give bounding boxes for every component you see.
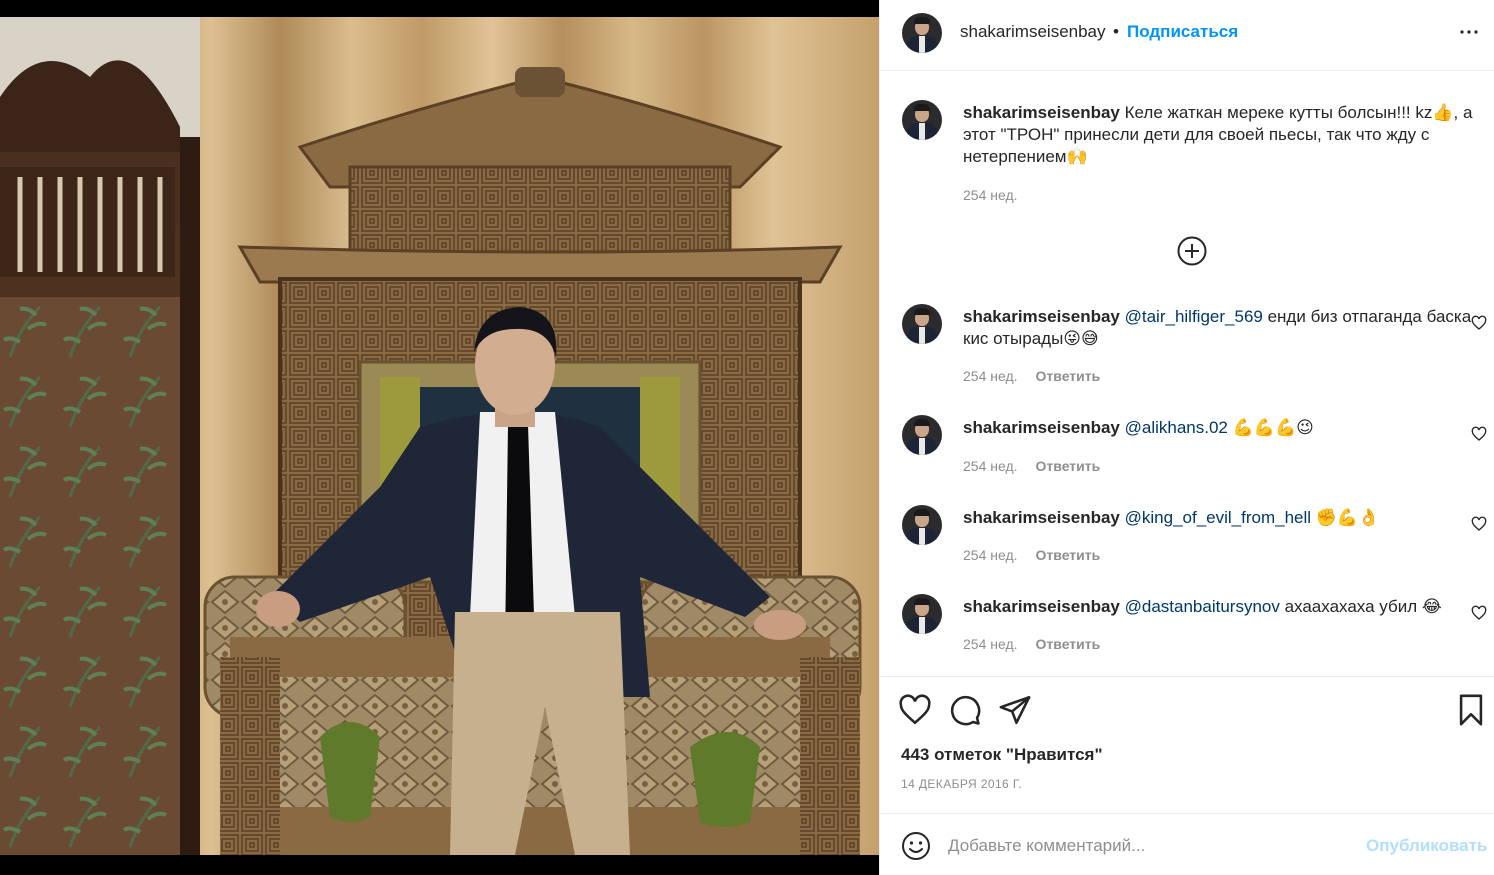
- more-options-icon[interactable]: [1457, 20, 1481, 44]
- comment-mention[interactable]: @king_of_evil_from_hell: [1125, 508, 1311, 527]
- caption-avatar[interactable]: [902, 100, 942, 140]
- comment-username[interactable]: shakarimseisenbay: [963, 307, 1120, 326]
- author-avatar[interactable]: [902, 13, 942, 53]
- heart-icon[interactable]: [1471, 516, 1487, 532]
- comment-composer: Опубликовать: [880, 813, 1494, 875]
- comment-text-block: shakarimseisenbay @tair_hilfiger_569 енд…: [963, 306, 1475, 350]
- post-actions: 443 отметок "Нравится" 14 ДЕКАБРЯ 2016 Г…: [880, 676, 1494, 875]
- comment-avatar[interactable]: [902, 304, 942, 344]
- heart-icon[interactable]: [1471, 426, 1487, 442]
- heart-icon[interactable]: [1471, 605, 1487, 621]
- comment-time[interactable]: 254 нед.: [963, 636, 1018, 652]
- comment-mention[interactable]: @tair_hilfiger_569: [1125, 307, 1263, 326]
- comment-meta: 254 нед. Ответить: [963, 547, 1100, 563]
- author-username[interactable]: shakarimseisenbay: [960, 22, 1106, 42]
- comment-meta: 254 нед. Ответить: [963, 368, 1100, 384]
- reply-button[interactable]: Ответить: [1036, 458, 1101, 474]
- follow-button[interactable]: Подписаться: [1127, 22, 1238, 42]
- comment-username[interactable]: shakarimseisenbay: [963, 508, 1120, 527]
- heart-icon[interactable]: [898, 693, 932, 727]
- comment-avatar[interactable]: [902, 505, 942, 545]
- header-separator: •: [1113, 22, 1119, 41]
- comment-username[interactable]: shakarimseisenbay: [963, 418, 1120, 437]
- post-photo[interactable]: [0, 17, 879, 855]
- post-sidebar: shakarimseisenbay • Подписаться shakarim…: [879, 0, 1494, 875]
- comment-text: ✊💪👌: [1311, 508, 1380, 527]
- comment-time[interactable]: 254 нед.: [963, 368, 1018, 384]
- comment-icon[interactable]: [948, 693, 982, 727]
- emoji-smile-icon[interactable]: [900, 830, 932, 862]
- comment-time[interactable]: 254 нед.: [963, 458, 1018, 474]
- comment-text-block: shakarimseisenbay @alikhans.02 💪💪💪😉: [963, 417, 1475, 439]
- comment-text-block: shakarimseisenbay @king_of_evil_from_hel…: [963, 507, 1475, 529]
- caption-meta: 254 нед.: [963, 187, 1018, 203]
- heart-icon[interactable]: [1471, 315, 1487, 331]
- comment-input[interactable]: [948, 832, 1348, 860]
- caption-username[interactable]: shakarimseisenbay: [963, 103, 1120, 122]
- caption-time[interactable]: 254 нед.: [963, 187, 1018, 203]
- reply-button[interactable]: Ответить: [1036, 368, 1101, 384]
- post-header: shakarimseisenbay • Подписаться: [880, 0, 1494, 71]
- comment-meta: 254 нед. Ответить: [963, 636, 1100, 652]
- comment-meta: 254 нед. Ответить: [963, 458, 1100, 474]
- comment-text: 💪💪💪😉: [1227, 418, 1314, 437]
- comments-list[interactable]: shakarimseisenbay Келе жаткан мереке кут…: [880, 71, 1494, 676]
- bookmark-icon[interactable]: [1454, 693, 1488, 727]
- paper-plane-icon[interactable]: [998, 693, 1032, 727]
- caption-text-block: shakarimseisenbay Келе жаткан мереке кут…: [963, 102, 1475, 168]
- comment-time[interactable]: 254 нед.: [963, 547, 1018, 563]
- comment-avatar[interactable]: [902, 594, 942, 634]
- reply-button[interactable]: Ответить: [1036, 636, 1101, 652]
- comment-text: ахаахахаха убил 😂: [1279, 597, 1442, 616]
- post-date[interactable]: 14 ДЕКАБРЯ 2016 Г.: [901, 777, 1022, 791]
- reply-button[interactable]: Ответить: [1036, 547, 1101, 563]
- post-media: [0, 0, 879, 875]
- comment-text-block: shakarimseisenbay @dastanbaitursynov аха…: [963, 596, 1475, 618]
- plus-circle-icon[interactable]: [1176, 235, 1208, 267]
- comment-username[interactable]: shakarimseisenbay: [963, 597, 1120, 616]
- comment-avatar[interactable]: [902, 415, 942, 455]
- comment-mention[interactable]: @alikhans.02: [1125, 418, 1228, 437]
- publish-button[interactable]: Опубликовать: [1366, 836, 1487, 856]
- comment-mention[interactable]: @dastanbaitursynov: [1125, 597, 1280, 616]
- likes-count[interactable]: 443 отметок "Нравится": [901, 745, 1103, 765]
